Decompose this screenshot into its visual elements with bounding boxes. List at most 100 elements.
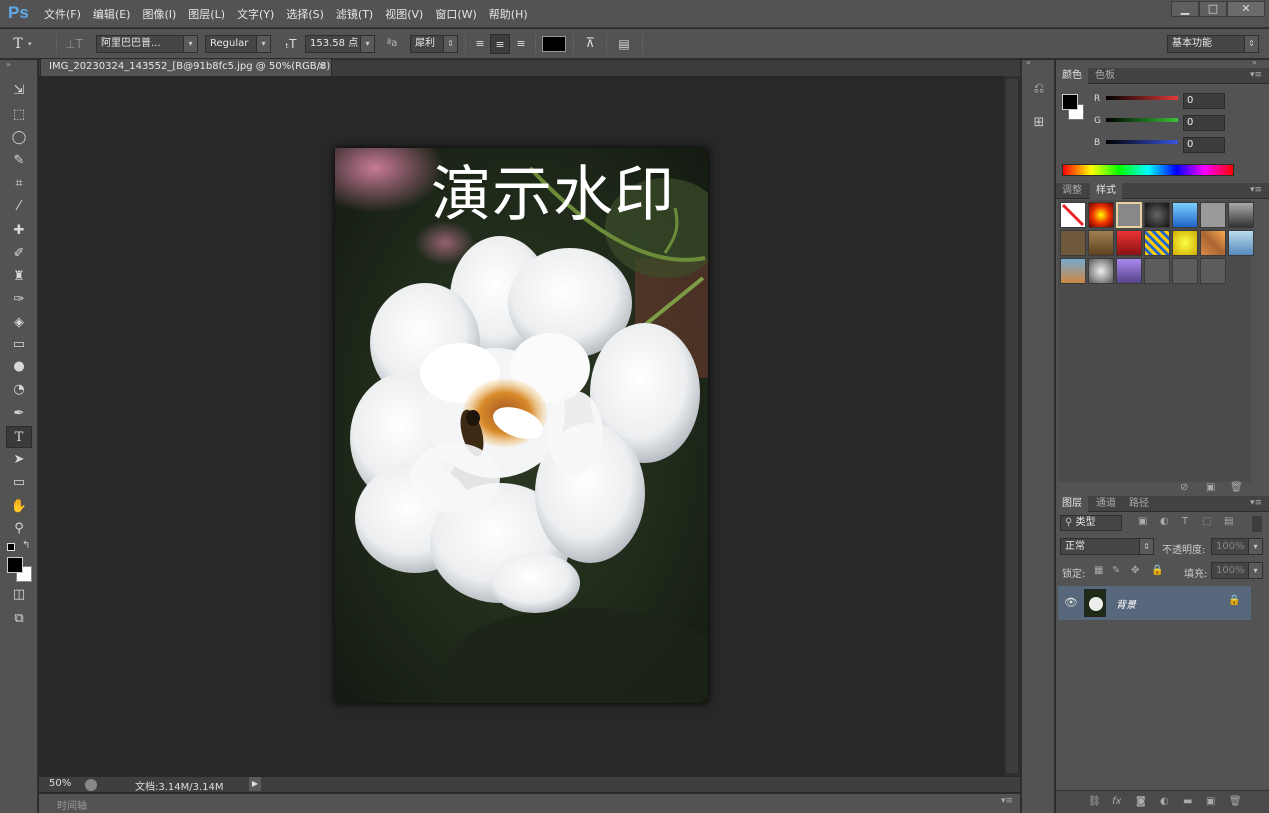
- align-right-icon[interactable]: ≡: [511, 34, 531, 54]
- lock-position-icon[interactable]: ✥: [1131, 565, 1139, 576]
- orientation-toggle-icon[interactable]: ⊥T: [64, 34, 84, 54]
- type-tool-icon[interactable]: T: [6, 426, 32, 448]
- panel-menu-icon[interactable]: ▾≡: [1250, 498, 1262, 508]
- swap-colors-icon[interactable]: ↰: [22, 540, 30, 551]
- menu-window[interactable]: 窗口(W): [429, 6, 482, 22]
- collapse-icon[interactable]: »: [6, 60, 11, 69]
- style-none-swatch[interactable]: [1060, 202, 1086, 228]
- path-selection-tool-icon[interactable]: ➤: [6, 449, 32, 471]
- channel-g-input[interactable]: 0: [1183, 115, 1225, 131]
- channel-r-slider[interactable]: [1106, 96, 1178, 100]
- filter-toggle[interactable]: [1252, 516, 1262, 532]
- close-tab-icon[interactable]: ×: [318, 59, 326, 75]
- style-swatch[interactable]: [1144, 258, 1170, 284]
- menu-type[interactable]: 文字(Y): [231, 6, 280, 22]
- eraser-tool-icon[interactable]: ◈: [6, 312, 32, 334]
- healing-brush-tool-icon[interactable]: ✚: [6, 220, 32, 242]
- hand-tool-icon[interactable]: ✋: [6, 496, 32, 518]
- style-swatch[interactable]: [1060, 258, 1086, 284]
- watermark-text[interactable]: 演示水印: [431, 148, 675, 233]
- menu-image[interactable]: 图像(I): [136, 6, 182, 22]
- layer-style-icon[interactable]: fx: [1112, 796, 1121, 807]
- antialias-select[interactable]: 犀利 ⇕: [410, 35, 458, 53]
- style-swatch[interactable]: [1200, 202, 1226, 228]
- screen-mode-icon[interactable]: ⧉: [6, 608, 32, 630]
- tool-preset-chevron-icon[interactable]: ▾: [28, 40, 32, 48]
- filter-type-icon[interactable]: T: [1182, 516, 1188, 527]
- blend-mode-select[interactable]: 正常 ⇕: [1060, 538, 1154, 555]
- style-swatch[interactable]: [1088, 258, 1114, 284]
- font-family-select[interactable]: 阿里巴巴普... ▾: [96, 35, 198, 53]
- document-tab[interactable]: IMG_20230324_143552_[B@91b8fc5.jpg @ 50%…: [40, 58, 332, 76]
- filter-smart-object-icon[interactable]: ▤: [1224, 516, 1233, 527]
- blur-tool-icon[interactable]: ●: [6, 356, 32, 378]
- status-menu-arrow-icon[interactable]: ▶: [249, 777, 261, 791]
- style-swatch[interactable]: [1116, 202, 1142, 228]
- filter-adjustment-icon[interactable]: ◐: [1160, 516, 1169, 527]
- font-size-select[interactable]: 153.58 点 ▾: [305, 35, 375, 53]
- style-swatch[interactable]: [1228, 230, 1254, 256]
- style-swatch[interactable]: [1060, 230, 1086, 256]
- lasso-tool-icon[interactable]: ◯: [6, 127, 32, 149]
- link-layers-icon[interactable]: ⛓: [1088, 796, 1101, 807]
- new-layer-icon[interactable]: ▣: [1206, 796, 1215, 807]
- quick-select-tool-icon[interactable]: ✎: [6, 150, 32, 172]
- timeline-label[interactable]: 时间轴: [57, 797, 87, 812]
- filter-shape-icon[interactable]: ⬚: [1202, 516, 1211, 527]
- close-button[interactable]: ✕: [1227, 1, 1265, 17]
- channel-g-slider[interactable]: [1106, 118, 1178, 122]
- menu-filter[interactable]: 滤镜(T): [330, 6, 379, 22]
- character-panel-icon[interactable]: ▤: [614, 34, 634, 54]
- eyedropper-tool-icon[interactable]: ⁄: [6, 196, 32, 218]
- menu-layer[interactable]: 图层(L): [182, 6, 231, 22]
- menu-select[interactable]: 选择(S): [280, 6, 330, 22]
- lock-all-icon[interactable]: 🔒: [1151, 565, 1163, 576]
- style-swatch[interactable]: [1172, 258, 1198, 284]
- style-swatch[interactable]: [1228, 202, 1254, 228]
- color-spectrum-bar[interactable]: [1062, 164, 1234, 176]
- style-swatch[interactable]: [1116, 258, 1142, 284]
- tab-color[interactable]: 颜色: [1056, 68, 1088, 84]
- style-swatch[interactable]: [1144, 202, 1170, 228]
- font-style-select[interactable]: Regular ▾: [205, 35, 271, 53]
- new-style-icon[interactable]: ▣: [1206, 482, 1215, 493]
- expand-icon[interactable]: «: [1026, 58, 1031, 67]
- menu-view[interactable]: 视图(V): [379, 6, 429, 22]
- style-swatch[interactable]: [1200, 230, 1226, 256]
- align-left-icon[interactable]: ≡: [470, 34, 490, 54]
- clear-style-icon[interactable]: ⊘: [1180, 482, 1188, 493]
- panel-menu-icon[interactable]: ▾≡: [1001, 796, 1013, 806]
- dodge-tool-icon[interactable]: ◔: [6, 379, 32, 401]
- status-info-icon[interactable]: [85, 779, 97, 791]
- menu-edit[interactable]: 编辑(E): [87, 6, 137, 22]
- pen-tool-icon[interactable]: ✒: [6, 403, 32, 425]
- add-mask-icon[interactable]: ◙: [1136, 796, 1146, 807]
- delete-layer-icon[interactable]: 🗑: [1229, 796, 1242, 807]
- style-swatch[interactable]: [1200, 258, 1226, 284]
- foreground-color-swatch[interactable]: [7, 557, 23, 573]
- layer-name[interactable]: 背景: [1116, 596, 1136, 611]
- new-group-icon[interactable]: ▬: [1183, 796, 1192, 807]
- style-swatch[interactable]: [1172, 202, 1198, 228]
- minimize-button[interactable]: ▁: [1171, 1, 1199, 17]
- style-swatch[interactable]: [1172, 230, 1198, 256]
- lock-transparent-icon[interactable]: ▦: [1094, 565, 1103, 576]
- layer-row[interactable]: 👁 背景 🔒: [1058, 586, 1251, 620]
- panel-menu-icon[interactable]: ▾≡: [1250, 185, 1262, 195]
- move-tool-icon[interactable]: ⇲: [6, 80, 32, 102]
- channel-r-input[interactable]: 0: [1183, 93, 1225, 109]
- style-swatch[interactable]: [1116, 230, 1142, 256]
- align-center-icon[interactable]: ≡: [490, 34, 510, 54]
- gradient-tool-icon[interactable]: ▭: [6, 334, 32, 356]
- panel-menu-icon[interactable]: ▾≡: [1250, 70, 1262, 80]
- zoom-tool-icon[interactable]: ⚲: [6, 518, 32, 540]
- fill-input[interactable]: 100% ▾: [1211, 562, 1263, 579]
- tab-adjustments[interactable]: 调整: [1056, 183, 1088, 199]
- collapse-panels-icon[interactable]: »: [1252, 58, 1257, 67]
- brush-tool-icon[interactable]: ✐: [6, 243, 32, 265]
- menu-file[interactable]: 文件(F): [38, 6, 87, 22]
- foreground-color-swatch[interactable]: [1062, 94, 1078, 110]
- properties-panel-icon[interactable]: ⊞: [1028, 112, 1050, 134]
- style-swatch[interactable]: [1144, 230, 1170, 256]
- clone-stamp-tool-icon[interactable]: ♜: [6, 266, 32, 288]
